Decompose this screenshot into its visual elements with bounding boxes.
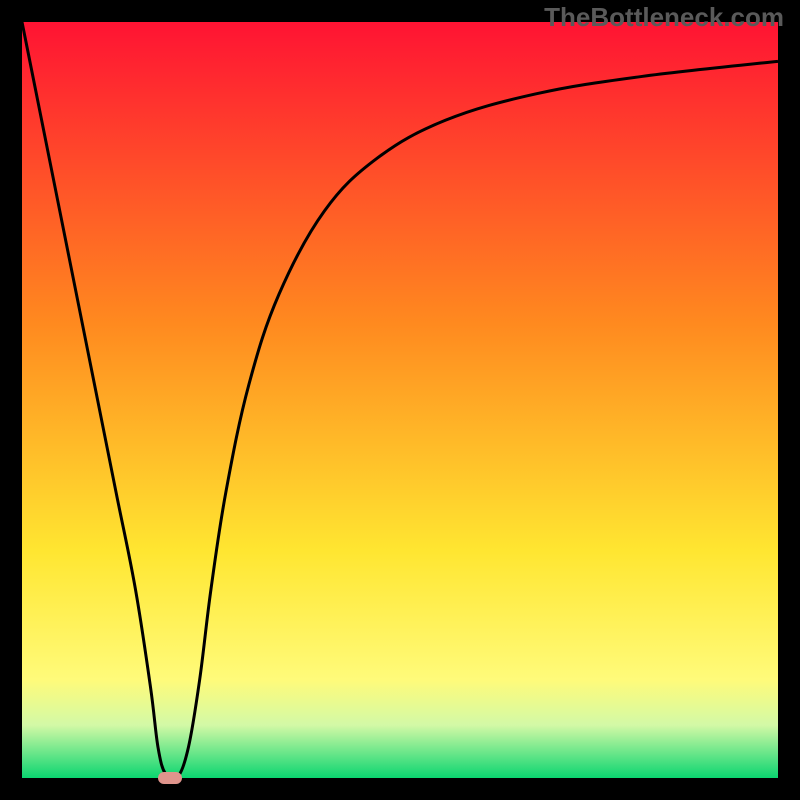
minimum-marker-pill — [158, 772, 182, 784]
plot-svg — [22, 22, 778, 778]
gradient-background — [22, 22, 778, 778]
plot-area — [22, 22, 778, 778]
watermark-text: TheBottleneck.com — [544, 2, 784, 33]
chart-frame: TheBottleneck.com — [0, 0, 800, 800]
